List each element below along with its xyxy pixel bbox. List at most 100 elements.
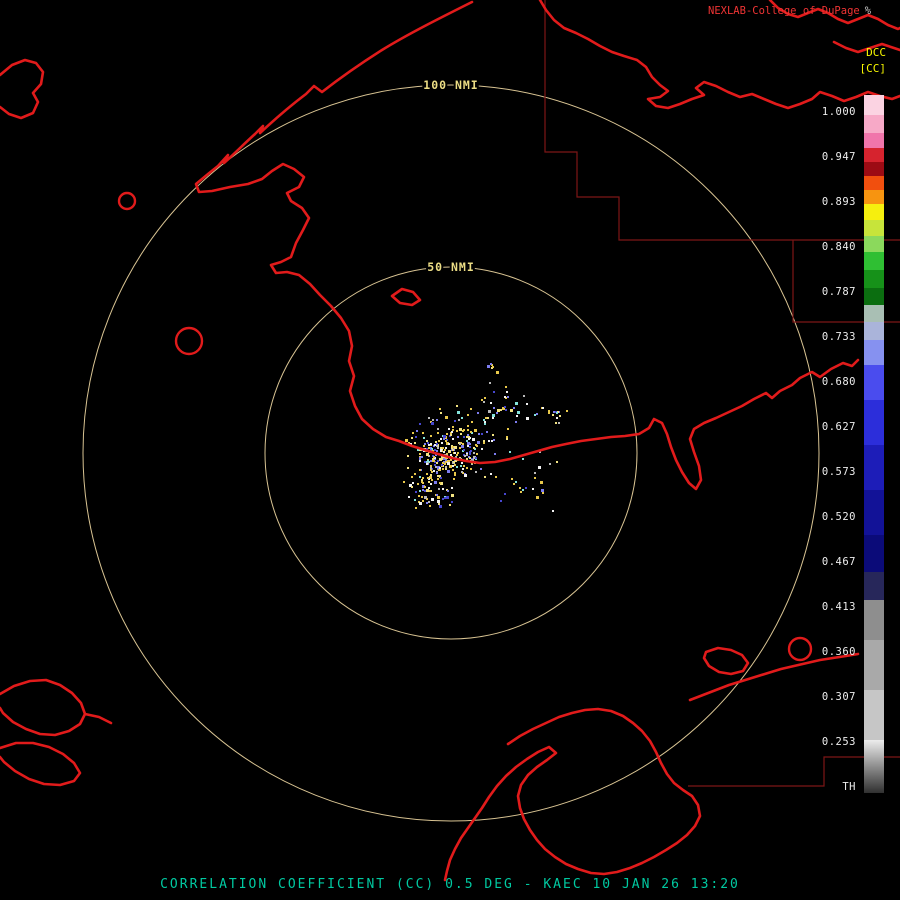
radar-echo [437,447,439,449]
radar-echo [488,440,490,442]
radar-echo [437,496,440,499]
radar-echo [435,441,437,443]
radar-echo [504,396,506,398]
radar-echo [440,412,442,414]
site-title-text: NEXLAB-College of DuPage [708,5,860,17]
radar-echo [476,453,478,455]
radar-echo [443,435,446,438]
colorbar-segment [864,95,884,115]
radar-echo [463,436,465,438]
radar-echo [534,472,536,474]
radar-echo [419,453,421,455]
radar-echo [421,479,423,481]
radar-echo [454,420,456,422]
radar-echo [459,447,461,449]
radar-echo [451,494,454,497]
radar-echo [447,470,450,473]
radar-echo [441,442,443,444]
radar-echo [437,478,439,480]
radar-echo [484,421,486,423]
radar-echo [522,489,524,491]
radar-echo [492,417,494,419]
radar-echo [421,496,423,498]
radar-echo [525,487,527,489]
radar-echo [469,446,471,448]
radar-echo [439,467,441,469]
colorbar-segment [864,204,884,220]
radar-echo [488,410,491,413]
radar-echo [483,419,485,421]
radar-echo [403,481,405,483]
radar-echo [471,421,473,423]
radar-echo [500,500,502,502]
radar-echo [492,414,495,417]
radar-echo [440,450,442,452]
radar-echo [439,408,441,410]
radar-echo [532,488,534,490]
coastline [83,712,113,725]
radar-echo [456,454,458,456]
radar-echo [492,366,494,368]
radar-echo [442,468,444,470]
radar-echo [412,432,414,434]
colorbar-segment [864,322,884,340]
radar-echo [414,499,416,501]
radar-echo [423,445,425,447]
radar-echo [445,416,448,419]
radar-echo [483,442,485,444]
radar-echo [444,463,446,465]
radar-echo [452,438,454,440]
radar-echo [430,467,432,469]
radar-echo [515,402,518,405]
radar-echo [411,437,413,439]
radar-echo [444,497,446,499]
radar-echo [448,443,450,445]
cod-logo-glyph: % [864,5,872,17]
radar-echo [548,410,550,412]
radar-echo [436,494,438,496]
radar-echo [457,411,460,414]
radar-echo [466,467,468,469]
radar-echo [436,472,438,474]
site-title: NEXLAB-College of DuPage% [708,5,871,17]
radar-echo [445,459,447,461]
radar-echo [464,474,467,477]
radar-echo [467,425,469,427]
radar-echo [424,490,426,492]
radar-echo [517,411,520,414]
radar-echo [445,461,447,463]
colorbar-segment [864,365,884,400]
colorbar-segment [864,572,884,600]
radar-echo [422,482,424,484]
radar-echo [424,461,426,463]
radar-echo [452,465,454,467]
radar-echo [542,492,544,494]
radar-echo [427,442,429,444]
radar-echo [443,451,445,453]
radar-echo [426,463,428,465]
radar-echo [473,447,475,449]
coastline [0,741,82,787]
radar-echo [507,428,509,430]
radar-echo [419,460,421,462]
radar-echo [436,462,438,464]
radar-echo [487,365,490,368]
radar-map: 100 NMI 50 NMI [0,0,900,882]
island-outline [174,326,204,356]
radar-echo [427,477,429,479]
radar-echo [462,430,464,432]
product-code: DCC [866,46,886,59]
radar-echo [432,419,434,421]
radar-echo [411,486,413,488]
radar-echo [556,417,558,419]
radar-echo [490,473,492,475]
radar-echo [430,474,432,476]
radar-echo [490,363,492,365]
radar-echo [457,452,459,454]
radar-echo [452,429,454,431]
radar-echo [418,495,420,497]
radar-echo [541,489,544,492]
radar-echo [509,451,511,453]
radar-echo [442,462,444,464]
radar-echo [430,460,432,462]
